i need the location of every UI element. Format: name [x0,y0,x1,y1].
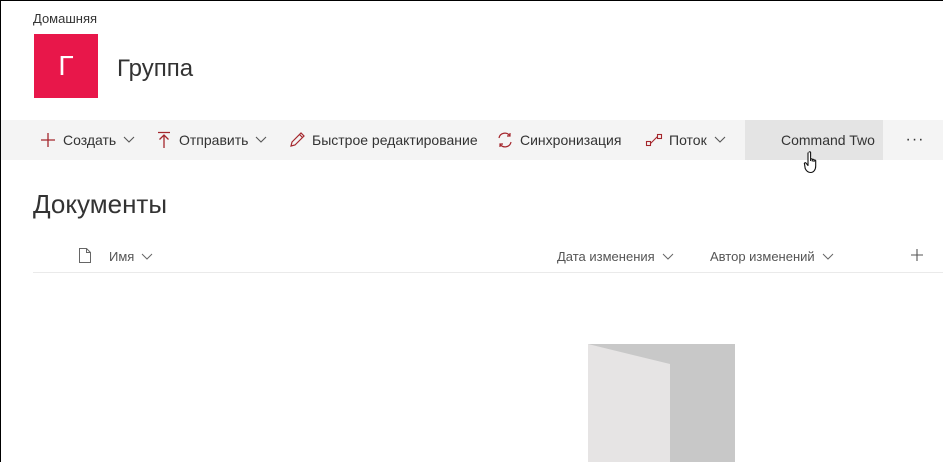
site-logo[interactable]: Г [34,34,98,98]
command-bar: Создать Отправить Быстрое редактирование… [1,120,943,160]
column-header-modified-by-label: Автор изменений [710,249,815,264]
column-file-type[interactable] [78,240,92,273]
quick-edit-button[interactable]: Быстрое редактирование [288,120,478,160]
flow-button-label: Поток [669,132,707,148]
flow-button[interactable]: Поток [645,120,727,160]
new-button[interactable]: Создать [39,120,136,160]
new-button-label: Создать [63,132,117,148]
column-header-modified-label: Дата изменения [557,249,655,264]
command-two-button[interactable]: Command Two [781,120,875,160]
command-two-button-label: Command Two [781,132,875,148]
chevron-down-icon [821,250,835,264]
upload-icon [155,131,173,149]
empty-folder-illustration [588,344,748,462]
site-logo-letter: Г [58,50,74,81]
pencil-icon [288,131,306,149]
plus-icon [39,131,57,149]
chevron-down-icon [122,133,136,147]
quick-edit-button-label: Быстрое редактирование [312,132,478,148]
chevron-down-icon [713,133,727,147]
hand-pointer-cursor-icon [803,150,823,176]
column-header-name-label: Имя [109,249,135,264]
upload-button-label: Отправить [179,132,249,148]
flow-icon [645,131,663,149]
sync-button[interactable]: Синхронизация [496,120,621,160]
column-header-modified-by[interactable]: Автор изменений [710,240,835,273]
column-header-row: Имя Дата изменения Автор изменений [33,240,943,273]
chevron-down-icon [140,250,154,264]
sync-icon [496,131,514,149]
chevron-down-icon [661,250,675,264]
ellipsis-icon: ··· [905,131,925,148]
plus-icon [910,248,924,265]
more-button[interactable]: ··· [897,120,933,160]
breadcrumb[interactable]: Домашняя [33,11,97,26]
column-header-name[interactable]: Имя [109,240,154,273]
add-column-button[interactable] [910,240,924,273]
column-header-modified[interactable]: Дата изменения [557,240,675,273]
site-title[interactable]: Группа [117,55,193,83]
sync-button-label: Синхронизация [520,132,622,148]
file-icon [78,247,92,267]
upload-button[interactable]: Отправить [155,120,268,160]
chevron-down-icon [254,133,268,147]
library-title: Документы [33,189,168,219]
